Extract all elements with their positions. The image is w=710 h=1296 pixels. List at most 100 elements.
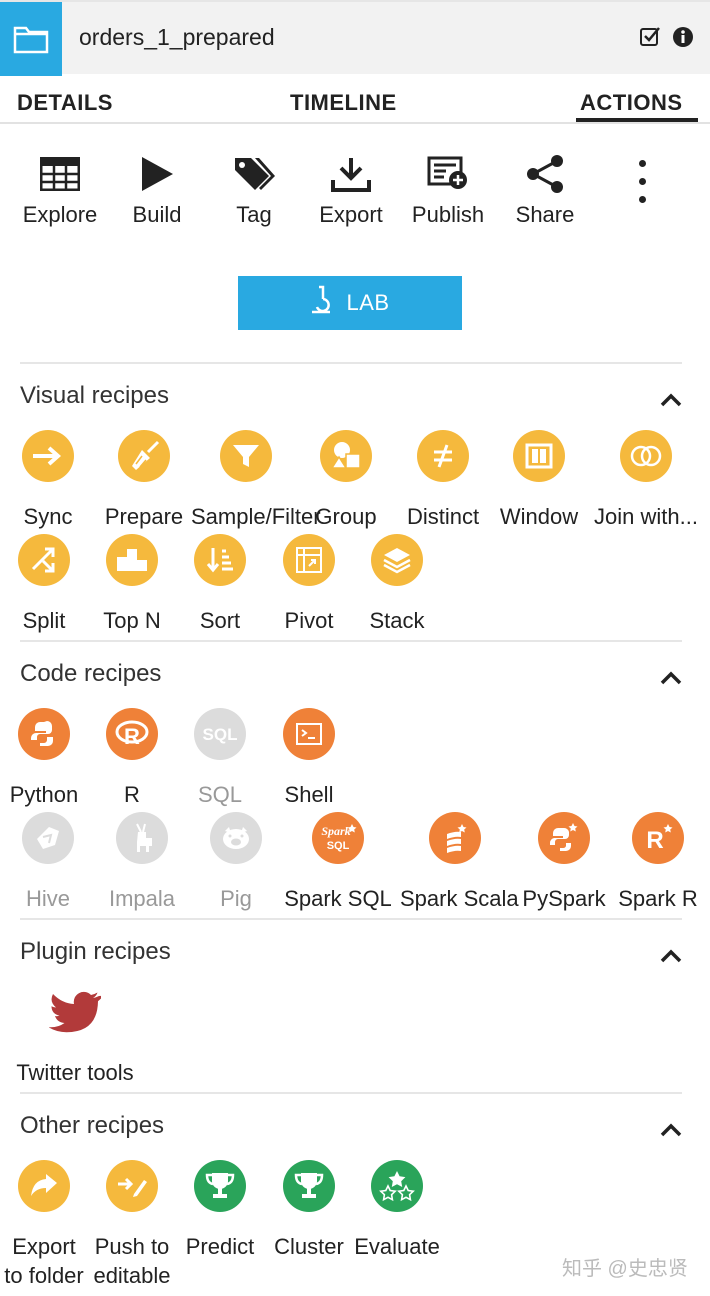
folder-icon	[0, 2, 62, 76]
recipe-join-with[interactable]: Join with...	[591, 430, 701, 530]
download-icon	[303, 152, 399, 196]
divider	[20, 362, 682, 364]
panel-tabs: DETAILS TIMELINE ACTIONS	[0, 74, 710, 124]
svg-text:R: R	[646, 827, 663, 854]
info-icon[interactable]	[672, 26, 694, 53]
scala-icon	[429, 812, 481, 864]
checklist-icon[interactable]	[639, 26, 661, 53]
dataset-title: orders_1_prepared	[79, 24, 275, 50]
build-button[interactable]: Build	[109, 152, 205, 234]
share-button[interactable]: Share	[497, 152, 593, 234]
recipe-pig[interactable]: Pig	[181, 812, 291, 912]
recipe-window-label: Window	[499, 504, 579, 529]
filter-icon	[220, 430, 272, 482]
recipe-sample-filter[interactable]: Sample/Filter	[191, 430, 321, 530]
collapse-chevron-icon[interactable]	[659, 670, 683, 686]
explore-label: Explore	[22, 202, 98, 227]
impala-icon	[116, 812, 168, 864]
recipe-group[interactable]: Group	[291, 430, 401, 530]
publish-label: Publish	[411, 202, 485, 227]
push-edit-icon	[106, 1160, 158, 1212]
recipe-shell-label: Shell	[284, 782, 334, 807]
watermark: 知乎 @史忠贤	[562, 1258, 688, 1280]
section-title-plugin: Plugin recipes	[20, 938, 171, 965]
recipe-spark-scala-label: Spark Scala	[400, 886, 519, 911]
explore-button[interactable]: Explore	[12, 152, 108, 234]
divider	[20, 1092, 682, 1094]
svg-text:SQL: SQL	[203, 725, 238, 744]
recipe-prepare[interactable]: Prepare	[89, 430, 199, 530]
split-icon	[18, 534, 70, 586]
tab-timeline[interactable]: TIMELINE	[290, 90, 397, 116]
recipe-window[interactable]: Window	[484, 430, 594, 530]
table-icon	[12, 152, 108, 196]
layers-icon	[371, 534, 423, 586]
divider	[20, 918, 682, 920]
recipe-group-label: Group	[315, 504, 377, 529]
broom-icon	[118, 430, 170, 482]
recipe-evaluate[interactable]: Evaluate	[342, 1160, 452, 1260]
trophy-icon	[283, 1160, 335, 1212]
hive-icon	[22, 812, 74, 864]
pivot-icon	[283, 534, 335, 586]
sort-icon	[194, 534, 246, 586]
publish-icon	[400, 152, 496, 196]
spark-sql-icon: Spark SQL	[312, 812, 364, 864]
section-title-other: Other recipes	[20, 1112, 165, 1139]
recipe-distinct-label: Distinct	[406, 504, 480, 529]
recipe-shell[interactable]: Shell	[254, 708, 364, 808]
recipe-stack[interactable]: Stack	[342, 534, 452, 634]
publish-button[interactable]: Publish	[400, 152, 496, 234]
r-language-icon: R	[106, 708, 158, 760]
podium-icon	[106, 534, 158, 586]
recipe-stack-label: Stack	[369, 608, 425, 633]
lab-label: LAB	[346, 290, 390, 315]
share-arrow-icon	[18, 1160, 70, 1212]
recipe-sync[interactable]: Sync	[0, 430, 103, 530]
sql-icon: SQL	[194, 708, 246, 760]
recipe-spark-r[interactable]: R Spark R	[603, 812, 710, 912]
tab-details[interactable]: DETAILS	[17, 90, 113, 116]
recipe-evaluate-label: Evaluate	[354, 1234, 440, 1259]
svg-text:SQL: SQL	[327, 840, 350, 852]
arrow-right-icon	[22, 430, 74, 482]
pig-icon	[210, 812, 262, 864]
divider	[20, 640, 682, 642]
shapes-icon	[320, 430, 372, 482]
section-title-visual: Visual recipes	[20, 382, 169, 409]
microscope-icon	[310, 285, 332, 321]
export-label: Export	[319, 202, 383, 227]
recipe-spark-sql-label: Spark SQL	[284, 886, 392, 911]
recipe-twitter-tools-label: Twitter tools	[16, 1060, 134, 1085]
recipe-spark-scala[interactable]: Spark Scala	[400, 812, 519, 912]
recipe-push-label-line2: editable	[93, 1263, 171, 1288]
collapse-chevron-icon[interactable]	[659, 392, 683, 408]
export-button[interactable]: Export	[303, 152, 399, 234]
python-icon	[18, 708, 70, 760]
recipe-spark-sql[interactable]: Spark SQL Spark SQL	[283, 812, 393, 912]
window-icon	[513, 430, 565, 482]
svg-text:Spark: Spark	[321, 824, 350, 838]
twitter-bird-icon	[49, 986, 101, 1038]
recipe-distinct[interactable]: Distinct	[388, 430, 498, 530]
share-icon	[497, 152, 593, 196]
lab-button[interactable]: LAB	[238, 276, 462, 330]
recipe-sync-label: Sync	[23, 504, 73, 529]
share-label: Share	[515, 202, 575, 227]
recipe-spark-r-label: Spark R	[618, 886, 698, 911]
terminal-icon	[283, 708, 335, 760]
tag-icon	[206, 152, 302, 196]
more-options-icon[interactable]	[628, 160, 656, 210]
pyspark-icon	[538, 812, 590, 864]
recipe-twitter-tools[interactable]: Twitter tools	[10, 986, 140, 1086]
recipe-prepare-label: Prepare	[104, 504, 184, 529]
collapse-chevron-icon[interactable]	[659, 1122, 683, 1138]
build-label: Build	[132, 202, 182, 227]
active-tab-indicator	[576, 118, 698, 122]
tab-actions[interactable]: ACTIONS	[580, 90, 683, 116]
svg-text:R: R	[124, 724, 140, 749]
tag-button[interactable]: Tag	[206, 152, 302, 234]
recipe-pig-label: Pig	[220, 886, 252, 911]
collapse-chevron-icon[interactable]	[659, 948, 683, 964]
stars-icon	[371, 1160, 423, 1212]
